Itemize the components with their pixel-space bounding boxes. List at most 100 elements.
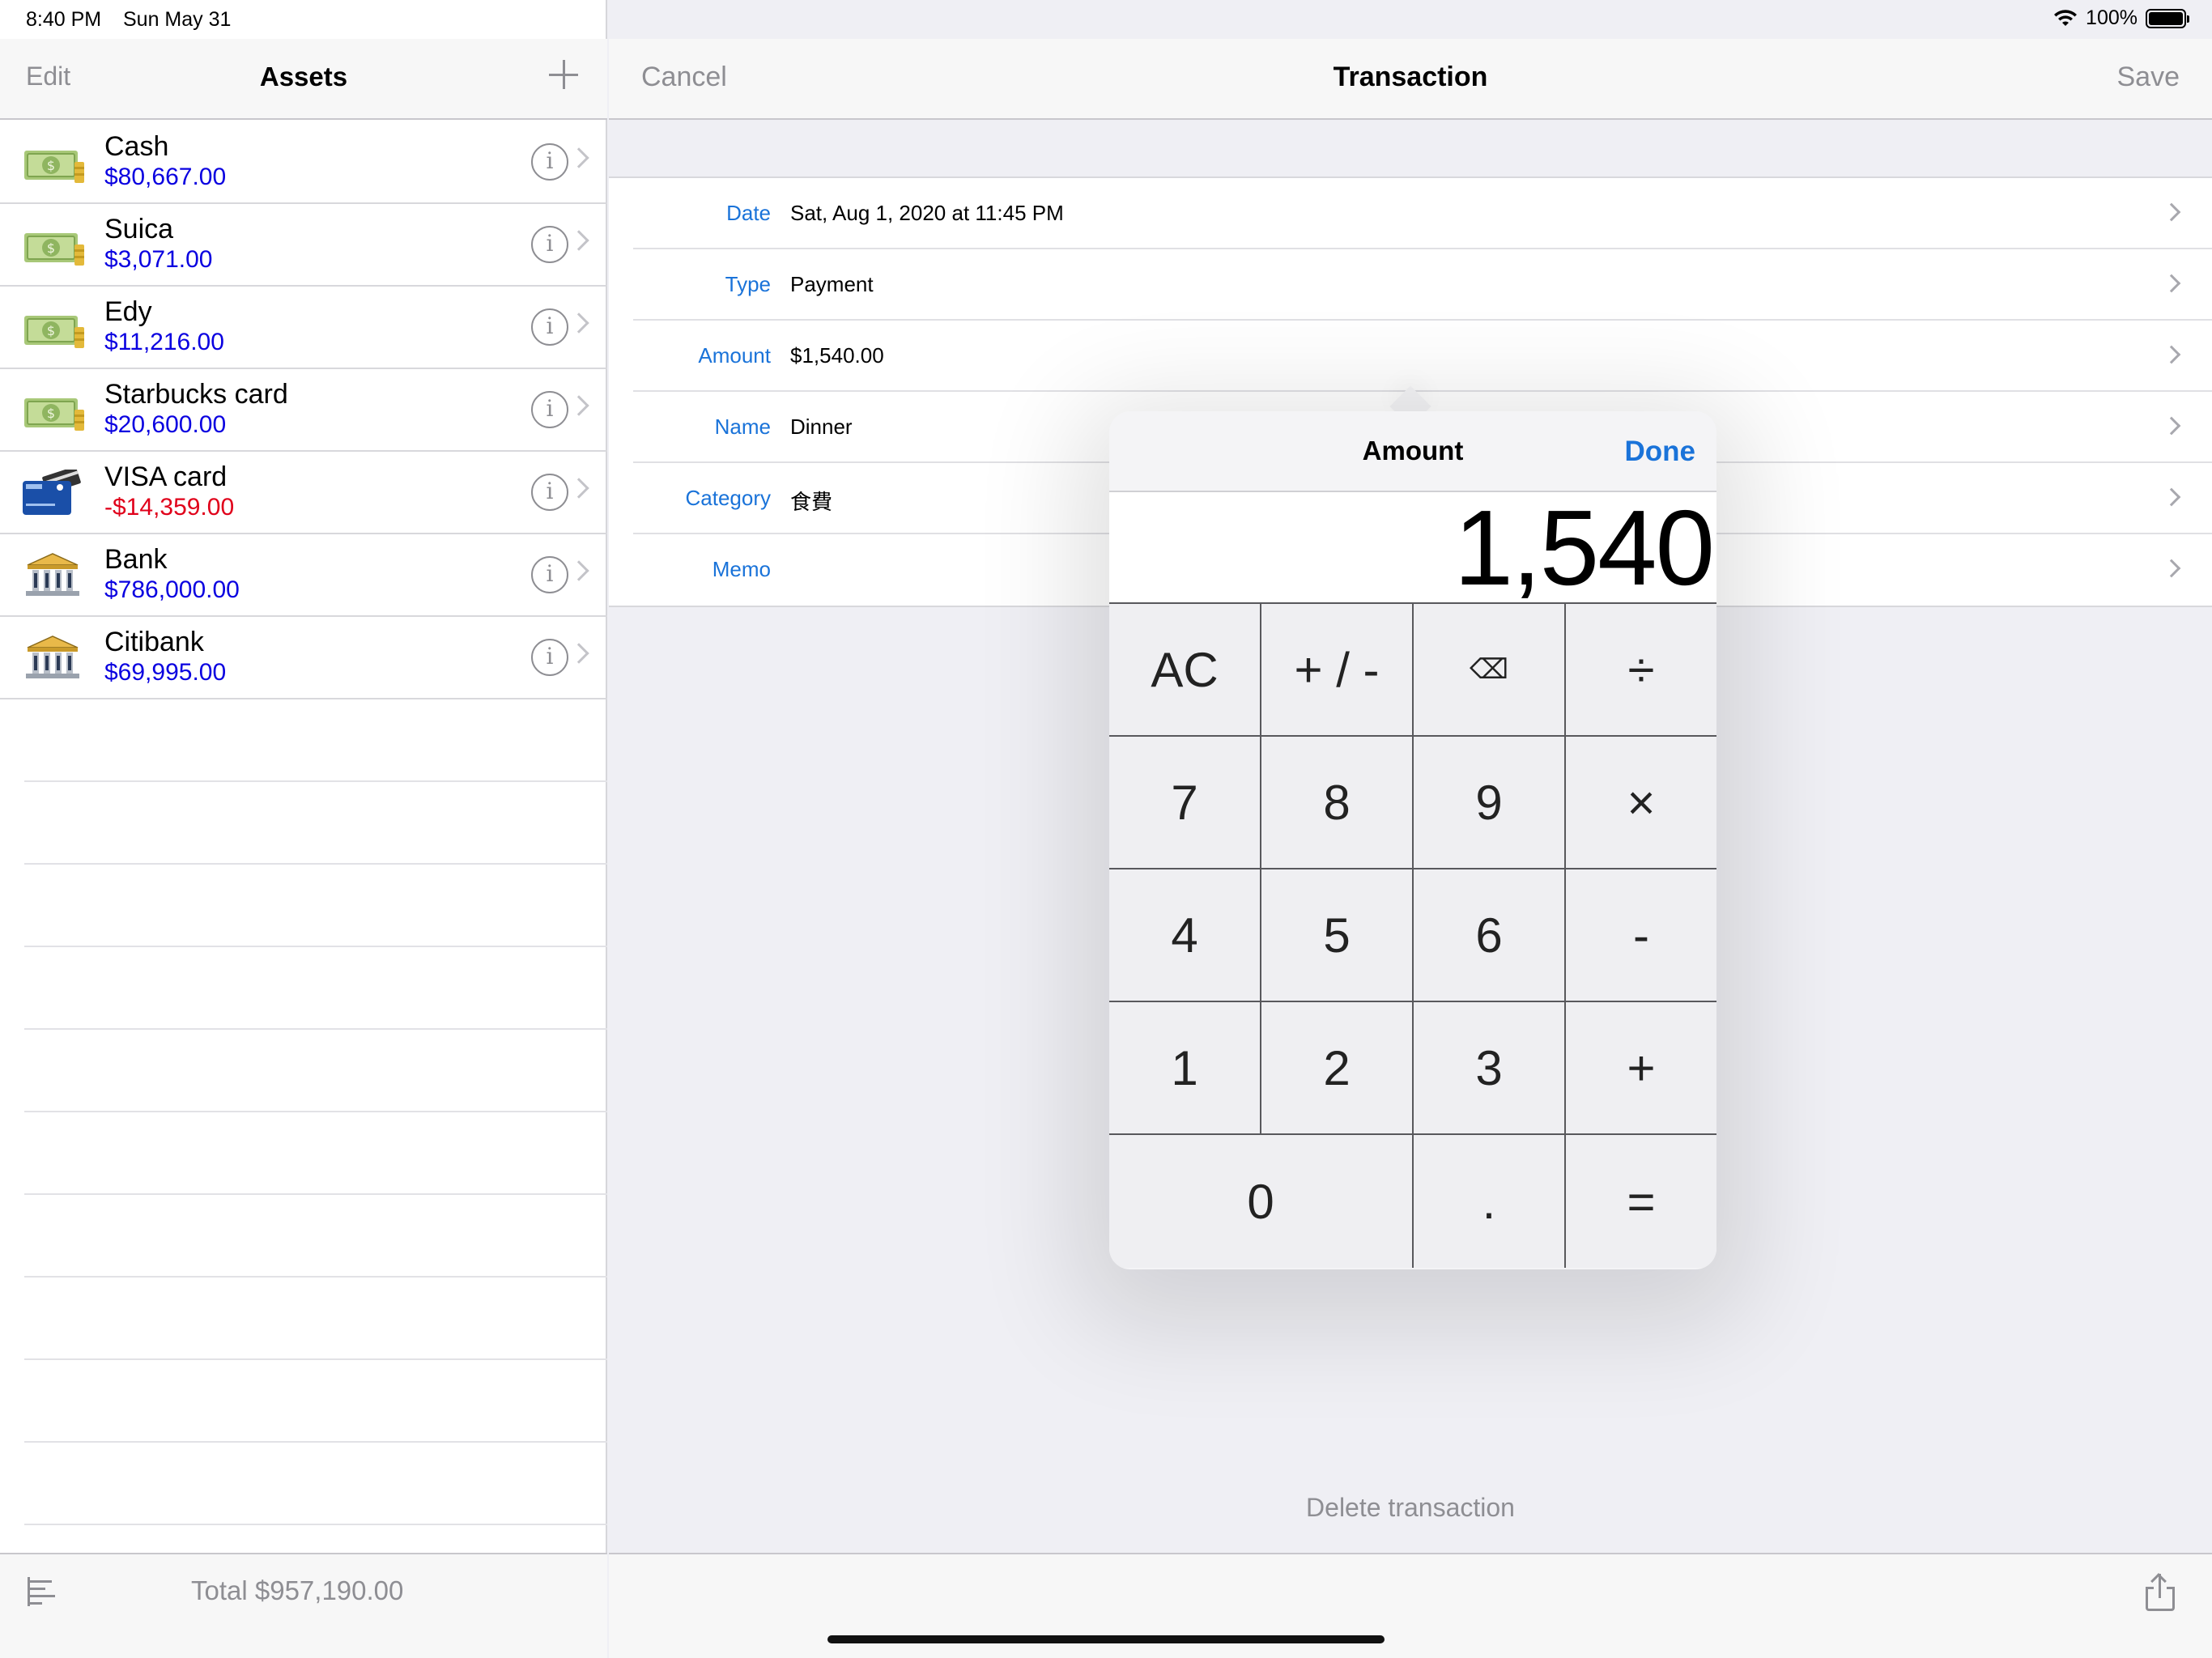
field-label: Name	[714, 414, 771, 439]
date-row[interactable]: Date Sat, Aug 1, 2020 at 11:45 PM	[633, 178, 2212, 249]
battery-icon	[2146, 8, 2189, 28]
svg-text:$: $	[47, 240, 55, 256]
asset-balance: $20,600.00	[104, 411, 227, 438]
home-indicator	[827, 1635, 1385, 1643]
key-toggle-sign[interactable]: + / -	[1261, 604, 1414, 737]
key-divide[interactable]: ÷	[1566, 604, 1716, 737]
chevron-right-icon	[568, 312, 589, 334]
asset-name: Edy	[104, 296, 152, 327]
battery-percent: 100%	[2086, 6, 2138, 29]
key-7[interactable]: 7	[1109, 737, 1261, 869]
key-4[interactable]: 4	[1109, 869, 1261, 1002]
asset-row[interactable]: $ Edy $11,216.00 i	[0, 287, 607, 369]
total-balance: Total $957,190.00	[191, 1575, 404, 1605]
asset-row[interactable]: Citibank $69,995.00 i	[0, 617, 607, 699]
asset-row[interactable]: VISA card -$14,359.00 i	[0, 452, 607, 534]
key-2[interactable]: 2	[1261, 1002, 1414, 1135]
key-5[interactable]: 5	[1261, 869, 1414, 1002]
transaction-nav-bar: Cancel Transaction Save	[609, 39, 2212, 120]
amount-row[interactable]: Amount $1,540.00	[633, 321, 2212, 392]
asset-row[interactable]: $ Suica $3,071.00 i	[0, 204, 607, 287]
assets-toolbar: Total $957,190.00	[0, 1553, 607, 1658]
display-value: 1,540	[1453, 488, 1715, 607]
key-6[interactable]: 6	[1414, 869, 1566, 1002]
asset-name: Starbucks card	[104, 379, 288, 410]
empty-row	[24, 947, 607, 1030]
bank-icon	[26, 636, 79, 678]
asset-name: VISA card	[104, 461, 228, 492]
key-multiply[interactable]: ×	[1566, 737, 1716, 869]
info-icon[interactable]: i	[531, 556, 568, 593]
empty-row	[24, 865, 607, 947]
asset-name: Cash	[104, 131, 169, 162]
key-all-clear[interactable]: AC	[1109, 604, 1261, 737]
money-icon: $	[24, 233, 84, 266]
info-icon[interactable]: i	[531, 639, 568, 676]
status-time: 8:40 PM	[26, 8, 102, 31]
chart-icon[interactable]	[28, 1577, 57, 1606]
chevron-right-icon	[2162, 345, 2181, 364]
asset-name: Bank	[104, 544, 168, 575]
save-button[interactable]: Save	[2117, 62, 2180, 93]
transaction-title: Transaction	[1333, 62, 1488, 92]
share-icon[interactable]	[2144, 1572, 2176, 1613]
asset-balance: $3,071.00	[104, 246, 213, 273]
status-bar: 8:40 PM Sun May 31 100%	[0, 0, 2212, 39]
key-add[interactable]: +	[1566, 1002, 1716, 1135]
field-label: Amount	[698, 343, 771, 368]
money-icon: $	[24, 151, 84, 183]
field-value: Payment	[790, 272, 874, 296]
chevron-right-icon	[2162, 416, 2181, 436]
asset-row[interactable]: Bank $786,000.00 i	[0, 534, 607, 617]
key-backspace[interactable]: ⌫	[1414, 604, 1566, 737]
chevron-right-icon	[568, 560, 589, 581]
info-icon[interactable]: i	[531, 391, 568, 428]
asset-row[interactable]: $ Starbucks card $20,600.00 i	[0, 369, 607, 452]
key-9[interactable]: 9	[1414, 737, 1566, 869]
delete-transaction-button[interactable]: Delete transaction	[609, 1493, 2212, 1523]
chevron-right-icon	[568, 395, 589, 416]
asset-balance: $80,667.00	[104, 164, 227, 190]
key-subtract[interactable]: -	[1566, 869, 1716, 1002]
assets-title: Assets	[259, 62, 348, 91]
key-decimal[interactable]: .	[1414, 1135, 1566, 1268]
key-8[interactable]: 8	[1261, 737, 1414, 869]
info-icon[interactable]: i	[531, 474, 568, 511]
field-value: 食費	[790, 490, 833, 514]
status-date: Sun May 31	[123, 8, 232, 31]
wifi-icon	[2054, 9, 2078, 26]
asset-row[interactable]: $ Cash $80,667.00 i	[0, 121, 607, 204]
info-icon[interactable]: i	[531, 308, 568, 346]
key-1[interactable]: 1	[1109, 1002, 1261, 1135]
key-0[interactable]: 0	[1109, 1135, 1414, 1268]
info-icon[interactable]: i	[531, 143, 568, 181]
chevron-right-icon	[2162, 559, 2181, 578]
empty-row	[24, 1360, 607, 1443]
field-label: Date	[726, 201, 771, 225]
field-value: Dinner	[790, 414, 853, 439]
bank-icon	[26, 553, 79, 596]
key-equals[interactable]: =	[1566, 1135, 1716, 1268]
type-row[interactable]: Type Payment	[633, 249, 2212, 321]
calculator-keypad: AC + / - ⌫ ÷ 7 8 9 × 4 5 6 - 1 2 3 + 0 .…	[1109, 604, 1716, 1268]
add-asset-button[interactable]	[547, 58, 580, 91]
field-label: Category	[685, 486, 772, 510]
key-3[interactable]: 3	[1414, 1002, 1566, 1135]
asset-balance: -$14,359.00	[104, 494, 235, 521]
chevron-right-icon	[568, 230, 589, 251]
done-button[interactable]: Done	[1625, 436, 1696, 468]
amount-calculator-popover: Amount Done 1,540 AC + / - ⌫ ÷ 7 8 9 × 4…	[1109, 411, 1716, 1269]
empty-row	[24, 1112, 607, 1195]
field-label: Type	[725, 272, 771, 296]
asset-name: Citibank	[104, 627, 204, 657]
assets-pane: Edit Assets $ Cash $80,667.00 i $ Suica …	[0, 0, 607, 1658]
svg-text:$: $	[47, 323, 55, 338]
chevron-right-icon	[568, 147, 589, 168]
chevron-right-icon	[2162, 202, 2181, 222]
info-icon[interactable]: i	[531, 226, 568, 263]
empty-row	[24, 1443, 607, 1525]
status-indicators: 100%	[2053, 6, 2189, 30]
asset-balance: $69,995.00	[104, 659, 227, 686]
asset-list: $ Cash $80,667.00 i $ Suica $3,071.00 i …	[0, 121, 607, 1525]
chevron-right-icon	[568, 643, 589, 664]
